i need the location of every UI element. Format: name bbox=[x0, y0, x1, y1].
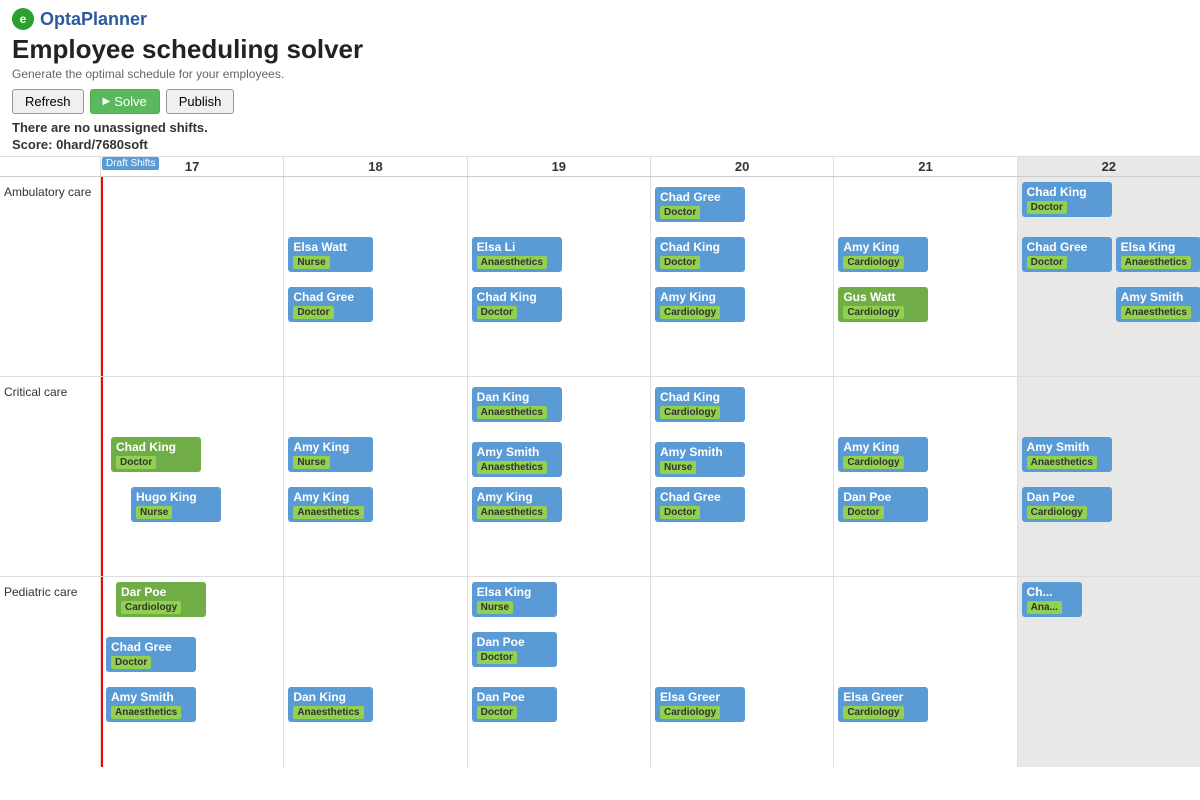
shift-card[interactable]: Amy Smith Anaesthetics bbox=[472, 442, 562, 477]
critical-col-21: Amy King Cardiology Dan Poe Doctor bbox=[833, 377, 1016, 576]
shift-card[interactable]: Chad Gree Doctor bbox=[1022, 237, 1112, 272]
pediatric-col-20: Elsa Greer Cardiology bbox=[650, 577, 833, 767]
pediatric-col-21: Elsa Greer Cardiology bbox=[833, 577, 1016, 767]
row-label-critical: Critical care bbox=[0, 377, 100, 577]
shift-card[interactable]: Amy King Cardiology bbox=[655, 287, 745, 322]
shift-card[interactable]: Chad Gree Doctor bbox=[655, 487, 745, 522]
critical-col-17: Chad King Doctor Hugo King Nurse bbox=[100, 377, 283, 576]
solve-button[interactable]: Solve bbox=[90, 89, 160, 114]
critical-col-19: Dan King Anaesthetics Amy Smith Anaesthe… bbox=[467, 377, 650, 576]
shift-card[interactable]: Elsa King Nurse bbox=[472, 582, 557, 617]
shift-card[interactable]: Dan Poe Cardiology bbox=[1022, 487, 1112, 522]
red-line-critical bbox=[101, 377, 103, 576]
calendar-header: Draft Shifts 2022 17 18 19 20 21 22 bbox=[0, 157, 1200, 177]
shift-card[interactable]: Amy Smith Nurse bbox=[655, 442, 745, 477]
ambulatory-col-21: Amy King Cardiology Gus Watt Cardiology bbox=[833, 177, 1016, 376]
shift-card[interactable]: Dar Poe Cardiology bbox=[116, 582, 206, 617]
shift-card[interactable]: Chad King Cardiology bbox=[655, 387, 745, 422]
shift-card[interactable]: Hugo King Nurse bbox=[131, 487, 221, 522]
shift-card[interactable]: Elsa King Anaesthetics bbox=[1116, 237, 1200, 272]
shift-card[interactable]: Chad King Doctor bbox=[655, 237, 745, 272]
shift-card[interactable]: Chad Gree Doctor bbox=[106, 637, 196, 672]
critical-col-18: Amy King Nurse Amy King Anaesthetics bbox=[283, 377, 466, 576]
ambulatory-col-22: Chad King Doctor Chad Gree Doctor Elsa K… bbox=[1017, 177, 1200, 376]
shift-card[interactable]: Ch... Ana... bbox=[1022, 582, 1082, 617]
draft-label: Draft Shifts bbox=[102, 157, 159, 170]
shift-card[interactable]: Amy Smith Anaesthetics bbox=[106, 687, 196, 722]
red-line bbox=[101, 177, 103, 376]
logo-icon: e bbox=[12, 8, 34, 30]
row-label-pediatric: Pediatric care bbox=[0, 577, 100, 767]
data-rows: Elsa Watt Nurse Chad Gree Doctor Elsa Li… bbox=[100, 177, 1200, 767]
shift-card[interactable]: Gus Watt Cardiology bbox=[838, 287, 928, 322]
publish-button[interactable]: Publish bbox=[166, 89, 235, 114]
critical-col-20: Chad King Cardiology Amy Smith Nurse Cha… bbox=[650, 377, 833, 576]
shift-card[interactable]: Dan Poe Doctor bbox=[838, 487, 928, 522]
shift-card[interactable]: Chad King Doctor bbox=[111, 437, 201, 472]
date-columns: Draft Shifts 2022 17 18 19 20 21 22 bbox=[100, 157, 1200, 176]
page-title: Employee scheduling solver bbox=[12, 34, 1188, 65]
date-col-20: 20 bbox=[650, 157, 833, 176]
score-display: Score: 0hard/7680soft bbox=[12, 137, 1188, 152]
critical-col-22: Amy Smith Anaesthetics Dan Poe Cardiolog… bbox=[1017, 377, 1200, 576]
shift-card[interactable]: Dan King Anaesthetics bbox=[472, 387, 562, 422]
pediatric-row: Dar Poe Cardiology Chad Gree Doctor Amy … bbox=[100, 577, 1200, 767]
shift-card[interactable]: Amy King Cardiology bbox=[838, 237, 928, 272]
critical-row: Chad King Doctor Hugo King Nurse Amy Kin… bbox=[100, 377, 1200, 577]
logo: e OptaPlanner bbox=[12, 8, 1188, 30]
date-col-21: 21 bbox=[833, 157, 1016, 176]
shift-card[interactable]: Amy Smith Anaesthetics bbox=[1116, 287, 1200, 322]
shift-card[interactable]: Elsa Greer Cardiology bbox=[655, 687, 745, 722]
pediatric-col-19: Dan Poe Doctor Elsa King Nurse Dan Poe D… bbox=[467, 577, 650, 767]
status-message: There are no unassigned shifts. bbox=[12, 120, 1188, 135]
shift-card[interactable]: Chad Gree Doctor bbox=[655, 187, 745, 222]
calendar-container: Draft Shifts 2022 17 18 19 20 21 22 Ambu… bbox=[0, 157, 1200, 767]
pediatric-col-22: Ch... Ana... bbox=[1017, 577, 1200, 767]
ambulatory-row: Elsa Watt Nurse Chad Gree Doctor Elsa Li… bbox=[100, 177, 1200, 377]
page-header: e OptaPlanner Employee scheduling solver… bbox=[0, 0, 1200, 157]
ambulatory-col-20: Chad Gree Doctor Chad King Doctor Amy Ki… bbox=[650, 177, 833, 376]
row-label-ambulatory: Ambulatory care bbox=[0, 177, 100, 377]
shift-card[interactable]: Amy King Anaesthetics bbox=[472, 487, 562, 522]
pediatric-col-17: Dar Poe Cardiology Chad Gree Doctor Amy … bbox=[100, 577, 283, 767]
ambulatory-col-19: Elsa Li Anaesthetics Chad King Doctor bbox=[467, 177, 650, 376]
shift-card[interactable]: Dan Poe Doctor bbox=[472, 632, 557, 667]
toolbar: Refresh Solve Publish bbox=[12, 89, 1188, 114]
date-col-19: 19 bbox=[467, 157, 650, 176]
row-labels: Ambulatory care Critical care Pediatric … bbox=[0, 177, 100, 767]
shift-card[interactable]: Dan King Anaesthetics bbox=[288, 687, 373, 722]
ambulatory-col-18: Elsa Watt Nurse Chad Gree Doctor bbox=[283, 177, 466, 376]
pediatric-col-18: Dan King Anaesthetics bbox=[283, 577, 466, 767]
page-subtitle: Generate the optimal schedule for your e… bbox=[12, 67, 1188, 81]
shift-card[interactable]: Amy King Cardiology bbox=[838, 437, 928, 472]
shift-card[interactable]: Chad King Doctor bbox=[1022, 182, 1112, 217]
shift-card[interactable]: Elsa Watt Nurse bbox=[288, 237, 373, 272]
shift-card[interactable]: Chad King Doctor bbox=[472, 287, 562, 322]
row-label-spacer bbox=[0, 157, 100, 176]
shift-card[interactable]: Elsa Greer Cardiology bbox=[838, 687, 928, 722]
shift-card[interactable]: Dan Poe Doctor bbox=[472, 687, 557, 722]
shift-card[interactable]: Elsa Li Anaesthetics bbox=[472, 237, 562, 272]
ambulatory-col-17 bbox=[100, 177, 283, 376]
shift-card[interactable]: Amy King Anaesthetics bbox=[288, 487, 373, 522]
calendar-body: Ambulatory care Critical care Pediatric … bbox=[0, 177, 1200, 767]
date-col-22: 22 bbox=[1017, 157, 1200, 176]
shift-card[interactable]: Amy Smith Anaesthetics bbox=[1022, 437, 1112, 472]
logo-text: OptaPlanner bbox=[40, 9, 147, 30]
refresh-button[interactable]: Refresh bbox=[12, 89, 84, 114]
shift-card[interactable]: Chad Gree Doctor bbox=[288, 287, 373, 322]
red-line-pediatric bbox=[101, 577, 103, 767]
date-col-18: 18 bbox=[283, 157, 466, 176]
shift-card[interactable]: Amy King Nurse bbox=[288, 437, 373, 472]
